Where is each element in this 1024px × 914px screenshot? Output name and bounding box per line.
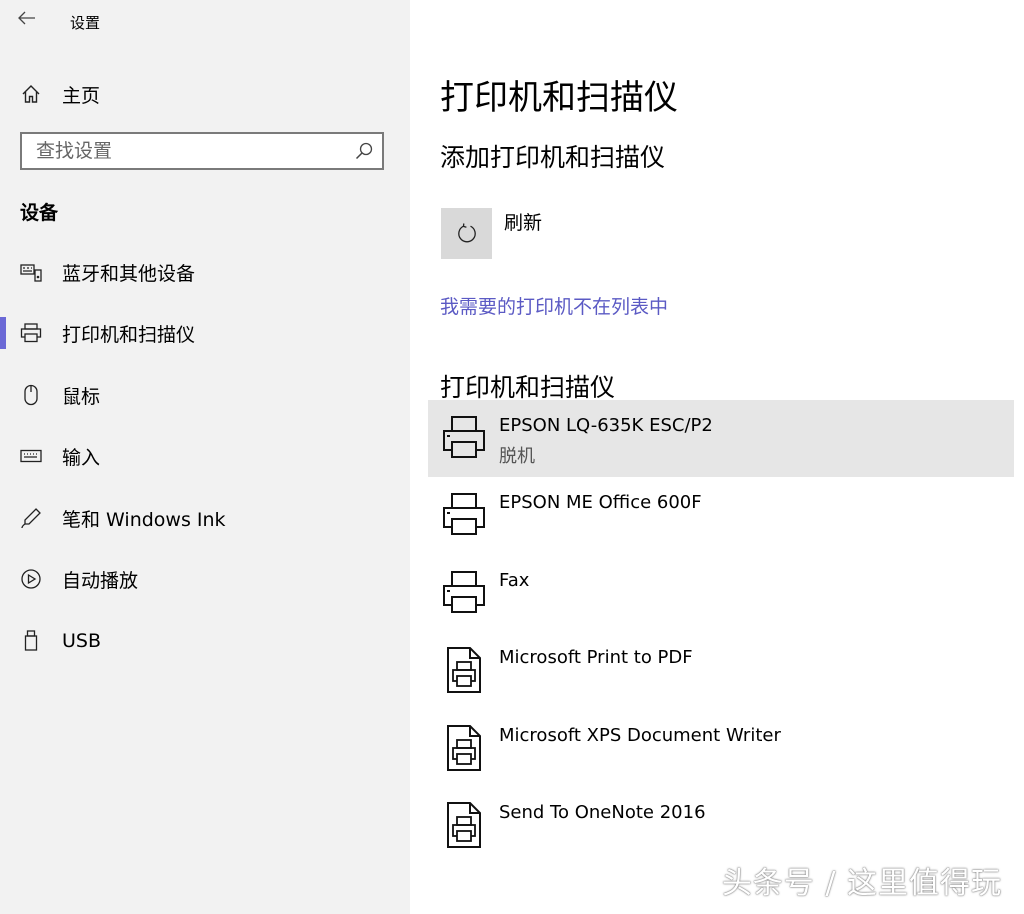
sidebar-item-label: 蓝牙和其他设备 (62, 259, 195, 286)
sidebar-item-typing[interactable]: 输入 (0, 436, 410, 476)
sidebar: 设置 主页 设备 (0, 0, 410, 914)
sidebar-item-autoplay[interactable]: 自动播放 (0, 559, 410, 599)
bluetooth-devices-icon (20, 261, 42, 283)
back-arrow-icon (18, 11, 36, 25)
sidebar-item-home[interactable]: 主页 (0, 76, 410, 112)
device-name: EPSON ME Office 600F (499, 492, 702, 513)
autoplay-icon (20, 568, 42, 590)
sidebar-item-label: 笔和 Windows Ink (62, 505, 226, 532)
selection-indicator (0, 317, 6, 349)
sidebar-home-label: 主页 (62, 81, 100, 108)
printer-icon (20, 322, 42, 344)
device-name: Microsoft XPS Document Writer (499, 725, 781, 746)
refresh-icon (455, 222, 479, 246)
section-header-devices: 设备 (20, 198, 58, 225)
sidebar-item-label: 鼠标 (62, 382, 100, 409)
back-button[interactable] (14, 6, 40, 30)
pen-icon (20, 507, 42, 529)
sidebar-item-label: USB (62, 630, 101, 652)
device-name: Microsoft Print to PDF (499, 647, 693, 668)
sidebar-item-mouse[interactable]: 鼠标 (0, 375, 410, 415)
sidebar-item-pen[interactable]: 笔和 Windows Ink (0, 498, 410, 538)
page-title: 打印机和扫描仪 (440, 70, 678, 119)
search-input[interactable] (22, 134, 352, 168)
device-name: Fax (499, 570, 529, 591)
printer-icon (442, 569, 486, 617)
search-icon[interactable] (354, 141, 374, 161)
usb-icon (20, 630, 42, 652)
printer-icon (442, 491, 486, 539)
settings-window: 设置 主页 设备 (0, 0, 1024, 914)
sidebar-item-usb[interactable]: USB (0, 621, 410, 661)
refresh-button[interactable] (441, 208, 492, 259)
document-printer-icon (442, 724, 486, 772)
window-title: 设置 (70, 12, 100, 33)
sidebar-item-label: 自动播放 (62, 566, 138, 593)
device-item-fax[interactable]: Fax (428, 555, 1014, 632)
device-item-epson-lq[interactable]: EPSON LQ-635K ESC/P2 脱机 (428, 400, 1014, 477)
printer-list-title: 打印机和扫描仪 (440, 368, 615, 404)
device-item-onenote[interactable]: Send To OneNote 2016 (428, 787, 1014, 864)
document-printer-icon (442, 646, 486, 694)
home-icon (20, 83, 42, 105)
device-name: Send To OneNote 2016 (499, 802, 706, 823)
printer-not-listed-link[interactable]: 我需要的打印机不在列表中 (440, 292, 668, 319)
sidebar-item-bluetooth[interactable]: 蓝牙和其他设备 (0, 252, 410, 292)
printer-icon (442, 414, 486, 462)
sidebar-item-label: 输入 (62, 443, 100, 470)
sidebar-item-label: 打印机和扫描仪 (62, 320, 195, 347)
search-box[interactable] (20, 132, 384, 170)
watermark-text: 头条号 / 这里值得玩 (722, 858, 1002, 902)
device-status: 脱机 (499, 442, 535, 468)
add-section-title: 添加打印机和扫描仪 (440, 138, 665, 174)
device-name: EPSON LQ-635K ESC/P2 (499, 415, 713, 436)
device-item-xps-writer[interactable]: Microsoft XPS Document Writer (428, 710, 1014, 787)
device-item-print-to-pdf[interactable]: Microsoft Print to PDF (428, 632, 1014, 709)
keyboard-icon (20, 445, 42, 467)
mouse-icon (20, 384, 42, 406)
sidebar-item-printers[interactable]: 打印机和扫描仪 (0, 313, 410, 353)
device-item-epson-me[interactable]: EPSON ME Office 600F (428, 477, 1014, 554)
document-printer-icon (442, 801, 486, 849)
refresh-label[interactable]: 刷新 (504, 208, 542, 235)
main-content: 打印机和扫描仪 添加打印机和扫描仪 刷新 我需要的打印机不在列表中 打印机和扫描… (410, 0, 1024, 914)
